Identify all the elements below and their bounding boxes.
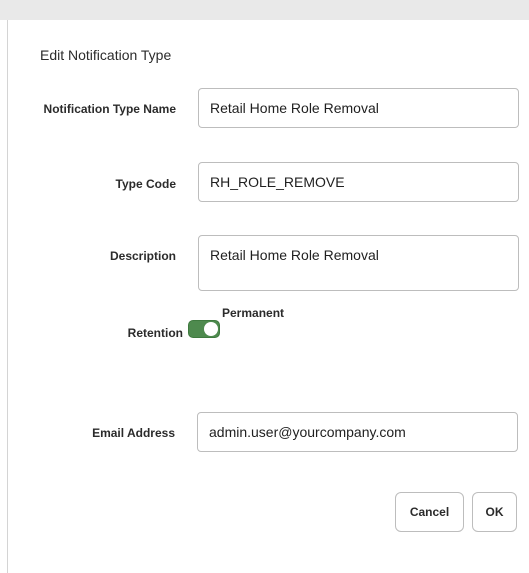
toggle-knob <box>204 322 218 336</box>
description-label: Description <box>109 249 176 263</box>
ok-button[interactable]: OK <box>472 492 517 532</box>
retention-label: Retention <box>127 326 183 340</box>
email-address-field[interactable]: admin.user@yourcompany.com <box>197 412 518 452</box>
dialog-title: Edit Notification Type <box>40 47 172 63</box>
email-address-label: Email Address <box>92 426 175 440</box>
notification-type-name-label: Notification Type Name <box>43 102 176 116</box>
description-field[interactable]: Retail Home Role Removal <box>198 235 519 291</box>
notification-type-name-field[interactable]: Retail Home Role Removal <box>198 88 519 128</box>
type-code-field[interactable]: RH_ROLE_REMOVE <box>198 162 519 202</box>
type-code-label: Type Code <box>115 177 176 191</box>
background-strip <box>0 0 529 20</box>
retention-toggle[interactable] <box>188 320 220 338</box>
edit-notification-type-dialog: Edit Notification Type Notification Type… <box>7 20 529 573</box>
retention-toggle-label: Permanent <box>222 306 285 320</box>
cancel-button[interactable]: Cancel <box>395 492 464 532</box>
